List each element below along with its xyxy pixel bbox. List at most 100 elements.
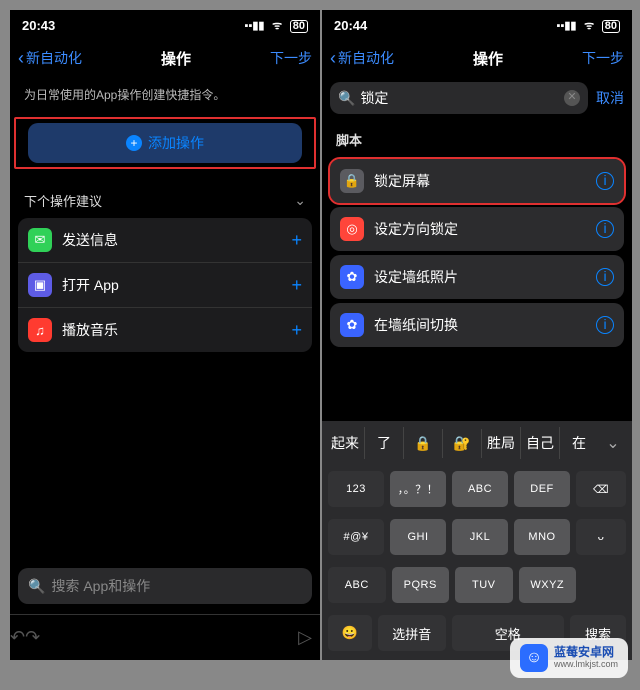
next-button[interactable]: 下一步 bbox=[270, 48, 312, 68]
status-icons: ▪▪▮▮ ᯤ 80 bbox=[241, 17, 308, 33]
result-label: 在墙纸间切换 bbox=[374, 315, 596, 335]
search-icon: 🔍 bbox=[338, 90, 355, 107]
search-input[interactable]: 🔍 锁定 ✕ bbox=[330, 82, 588, 114]
share-button[interactable]: ▷ bbox=[298, 627, 312, 648]
list-item-label: 打开 App bbox=[62, 275, 291, 295]
key[interactable]: GHI bbox=[390, 519, 446, 555]
result-item[interactable]: 🔒 锁定屏幕i bbox=[330, 159, 624, 203]
signal-icon: ▪▪▮▮ bbox=[245, 20, 265, 32]
plus-circle-icon: + bbox=[126, 135, 142, 151]
key-row-2: #@¥GHIJKLMNOᴗ bbox=[322, 513, 632, 561]
result-label: 设定方向锁定 bbox=[374, 219, 596, 239]
screen-search-results: 20:44 ▪▪▮▮ ᯤ 80 ‹新自动化 操作 下一步 🔍 锁定 ✕ 取消 脚… bbox=[322, 10, 632, 660]
search-row: 🔍 锁定 ✕ 取消 bbox=[322, 76, 632, 120]
undo-button[interactable]: ↶ bbox=[10, 627, 25, 648]
candidate[interactable]: 在 bbox=[560, 427, 598, 459]
key[interactable]: TUV bbox=[455, 567, 513, 603]
search-icon: 🔍 bbox=[28, 578, 45, 595]
add-icon[interactable]: + bbox=[291, 230, 302, 251]
add-icon[interactable]: + bbox=[291, 320, 302, 341]
key[interactable]: 123 bbox=[328, 471, 384, 507]
key[interactable]: JKL bbox=[452, 519, 508, 555]
info-icon[interactable]: i bbox=[596, 220, 614, 238]
candidate[interactable]: 了 bbox=[365, 427, 404, 459]
candidate[interactable]: 🔐 bbox=[443, 429, 482, 458]
candidate-row: 起来了🔒🔐胜局自己在⌄ bbox=[322, 421, 632, 465]
add-icon[interactable]: + bbox=[291, 275, 302, 296]
candidate[interactable]: 🔒 bbox=[404, 429, 443, 458]
key[interactable]: #@¥ bbox=[328, 519, 384, 555]
status-bar: 20:44 ▪▪▮▮ ᯤ 80 bbox=[322, 10, 632, 40]
key[interactable]: ，。？！ bbox=[390, 471, 446, 507]
action-icon: 🔒 bbox=[340, 169, 364, 193]
key[interactable]: WXYZ bbox=[519, 567, 577, 603]
chevron-down-icon: ⌄ bbox=[294, 192, 306, 209]
search-value: 锁定 bbox=[360, 88, 564, 108]
list-item[interactable]: ▣打开 App+ bbox=[18, 263, 312, 308]
app-icon: ✉︎ bbox=[28, 228, 52, 252]
keyboard: 起来了🔒🔐胜局自己在⌄ 123，。？！ABCDEF⌫ #@¥GHIJKLMNOᴗ… bbox=[322, 421, 632, 660]
result-item[interactable]: ✿ 在墙纸间切换i bbox=[330, 303, 624, 347]
add-action-button[interactable]: + 添加操作 bbox=[28, 123, 302, 163]
battery-icon: 80 bbox=[290, 20, 308, 33]
wifi-icon: ᯤ bbox=[584, 20, 594, 32]
back-button[interactable]: ‹新自动化 bbox=[330, 48, 394, 69]
watermark-title: 蓝莓安卓网 bbox=[554, 646, 618, 659]
list-item[interactable]: ✉︎ 发送信息+ bbox=[18, 218, 312, 263]
info-icon[interactable]: i bbox=[596, 172, 614, 190]
candidate[interactable]: 起来 bbox=[326, 427, 365, 459]
key[interactable]: MNO bbox=[514, 519, 570, 555]
info-icon[interactable]: i bbox=[596, 268, 614, 286]
key-row-1: 123，。？！ABCDEF⌫ bbox=[322, 465, 632, 513]
pinyin-key[interactable]: 选拼音 bbox=[378, 615, 446, 651]
result-item[interactable]: ✿ 设定墙纸照片i bbox=[330, 255, 624, 299]
cancel-button[interactable]: 取消 bbox=[596, 88, 624, 108]
nav-title: 操作 bbox=[161, 48, 191, 69]
action-icon: ✿ bbox=[340, 313, 364, 337]
suggestions-list: ✉︎发送信息+▣打开 App+♫播放音乐+ bbox=[18, 218, 312, 352]
clear-icon[interactable]: ✕ bbox=[564, 90, 580, 106]
wifi-icon: ᯤ bbox=[272, 20, 282, 32]
list-item[interactable]: ♫ 播放音乐+ bbox=[18, 308, 312, 352]
action-icon: ✿ bbox=[340, 265, 364, 289]
result-item[interactable]: ◎ 设定方向锁定i bbox=[330, 207, 624, 251]
nav-bar: ‹新自动化 操作 下一步 bbox=[10, 40, 320, 76]
key[interactable]: PQRS bbox=[392, 567, 450, 603]
results-section-header: 脚本 bbox=[322, 120, 632, 155]
expand-candidates-icon[interactable]: ⌄ bbox=[598, 433, 628, 453]
delete-key[interactable]: ⌫ bbox=[576, 471, 626, 507]
back-button[interactable]: ‹新自动化 bbox=[18, 48, 82, 69]
result-label: 设定墙纸照片 bbox=[374, 267, 596, 287]
app-icon: ♫ bbox=[28, 318, 52, 342]
voice-key[interactable]: ᴗ bbox=[576, 519, 626, 555]
key[interactable]: ABC bbox=[328, 567, 386, 603]
nav-title: 操作 bbox=[473, 48, 503, 69]
list-item-label: 播放音乐 bbox=[62, 320, 291, 340]
candidate[interactable]: 胜局 bbox=[482, 427, 521, 459]
info-icon[interactable]: i bbox=[596, 316, 614, 334]
key[interactable]: DEF bbox=[514, 471, 570, 507]
watermark: ☺ 蓝莓安卓网 www.lmkjst.com bbox=[510, 638, 628, 678]
search-input[interactable]: 🔍 搜索 App和操作 bbox=[18, 568, 312, 604]
watermark-url: www.lmkjst.com bbox=[554, 660, 618, 670]
chevron-left-icon: ‹ bbox=[18, 48, 24, 69]
nav-bar: ‹新自动化 操作 下一步 bbox=[322, 40, 632, 76]
status-time: 20:44 bbox=[334, 18, 367, 33]
redo-button[interactable]: ↷ bbox=[25, 627, 40, 648]
watermark-logo-icon: ☺ bbox=[520, 644, 548, 672]
suggestions-header[interactable]: 下个操作建议 ⌄ bbox=[10, 169, 320, 218]
highlight-annotation: + 添加操作 bbox=[14, 117, 316, 169]
screen-actions: 20:43 ▪▪▮▮ ᯤ 80 ‹新自动化 操作 下一步 为日常使用的App操作… bbox=[10, 10, 320, 660]
list-item-label: 发送信息 bbox=[62, 230, 291, 250]
signal-icon: ▪▪▮▮ bbox=[557, 20, 577, 32]
status-time: 20:43 bbox=[22, 18, 55, 33]
next-button[interactable]: 下一步 bbox=[582, 48, 624, 68]
results-list: 🔒锁定屏幕i◎设定方向锁定i✿设定墙纸照片i✿在墙纸间切换i bbox=[322, 159, 632, 347]
bottom-toolbar: ↶ ↷ ▷ bbox=[10, 614, 320, 660]
key[interactable]: ABC bbox=[452, 471, 508, 507]
result-label: 锁定屏幕 bbox=[374, 171, 596, 191]
emoji-key[interactable]: 😀 bbox=[328, 615, 372, 651]
candidate[interactable]: 自己 bbox=[521, 427, 560, 459]
search-placeholder: 搜索 App和操作 bbox=[51, 576, 302, 596]
action-icon: ◎ bbox=[340, 217, 364, 241]
